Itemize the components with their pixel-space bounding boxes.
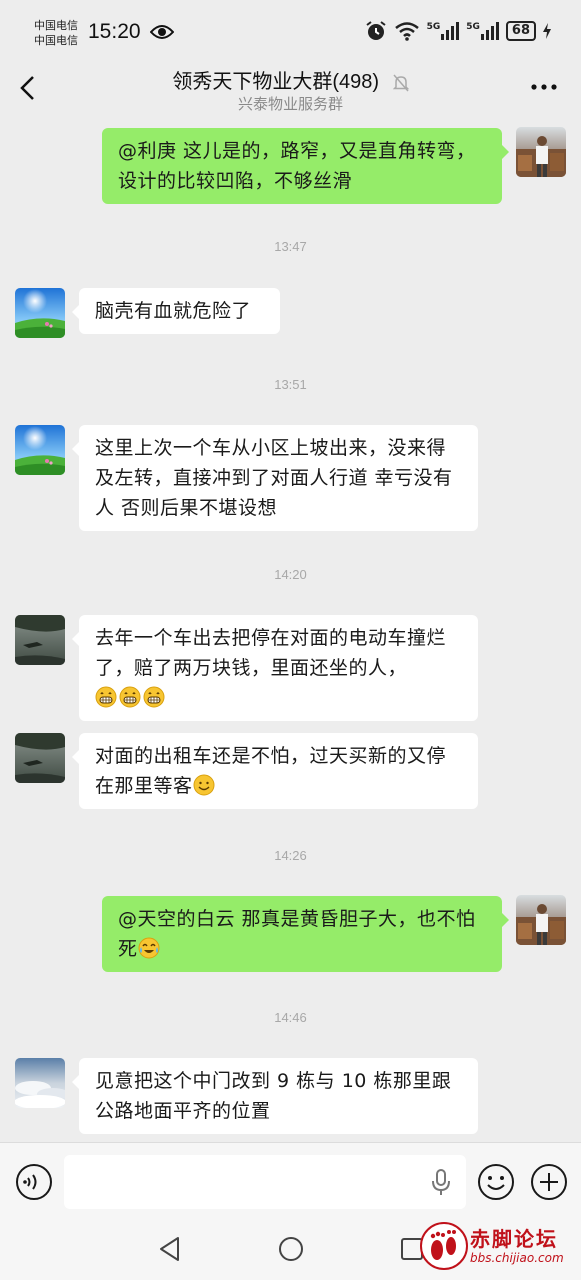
- carrier-1: 中国电信: [34, 19, 78, 32]
- timestamp: 13:47: [274, 239, 307, 254]
- avatar-user-lake[interactable]: [15, 615, 65, 665]
- avatar-user-sky[interactable]: [15, 288, 65, 338]
- avatar-sky-meadow-image: [15, 425, 65, 475]
- forum-watermark: 赤脚论坛 bbs.chijiao.com: [418, 1220, 578, 1274]
- timestamp: 14:46: [274, 1010, 307, 1025]
- charging-icon: [543, 23, 551, 39]
- message-text-input[interactable]: [64, 1155, 466, 1209]
- battery-level: 68: [505, 21, 536, 41]
- microphone-icon[interactable]: [430, 1169, 452, 1197]
- chat-header: 领秀天下物业大群(498) 兴泰物业服务群: [0, 55, 581, 121]
- signal-bars-icon: [480, 22, 499, 40]
- group-name: 领秀天下物业大群(498): [172, 71, 380, 93]
- grin-icon: [95, 686, 117, 708]
- add-attachment-icon[interactable]: [529, 1162, 569, 1202]
- mute-bell-icon: [392, 74, 409, 92]
- avatar-self-image: [516, 127, 566, 177]
- nav-back-icon[interactable]: [158, 1236, 182, 1262]
- signal-1: 5G: [427, 22, 460, 40]
- avatar-user-clouds[interactable]: [15, 1058, 65, 1108]
- eye-icon: [150, 25, 174, 39]
- timestamp: 14:20: [274, 567, 307, 582]
- status-time: 15:20: [88, 20, 141, 43]
- nav-home-icon[interactable]: [278, 1236, 304, 1262]
- avatar-clouds-image: [15, 1058, 65, 1108]
- timestamp: 13:51: [274, 377, 307, 392]
- smile-icon: [193, 774, 215, 796]
- message-input-bar: [0, 1142, 581, 1222]
- watermark-url: bbs.chijiao.com: [470, 1251, 564, 1265]
- timestamp: 14:26: [274, 848, 307, 863]
- avatar-lake-image: [15, 733, 65, 783]
- watermark-title: 赤脚论坛: [470, 1227, 558, 1251]
- grin-icon: [143, 686, 165, 708]
- footprint-logo-icon: [420, 1222, 468, 1270]
- signal-bars-icon: [441, 22, 460, 40]
- avatar-user-sky[interactable]: [15, 425, 65, 475]
- wifi-icon: [394, 22, 419, 41]
- avatar-user-lake[interactable]: [15, 733, 65, 783]
- message-bubble-other[interactable]: 对面的出租车还是不怕，过天买新的又停在那里等客: [72, 733, 478, 809]
- message-bubble-other[interactable]: 去年一个车出去把停在对面的电动车撞烂了，赔了两万块钱，里面还坐的人，: [72, 615, 478, 721]
- avatar-sky-meadow-image: [15, 288, 65, 338]
- message-bubble-self[interactable]: @天空的白云 那真是黄昏胆子大，也不怕死: [102, 896, 509, 972]
- status-bar: 中国电信 中国电信 15:20 5G 5G 68: [0, 0, 581, 62]
- more-options-icon[interactable]: [529, 77, 559, 97]
- message-bubble-self[interactable]: @利庚 这儿是的，路窄，又是直角转弯，设计的比较凹陷，不够丝滑: [102, 128, 509, 204]
- avatar-lake-image: [15, 615, 65, 665]
- emoji-picker-icon[interactable]: [476, 1162, 516, 1202]
- message-bubble-other[interactable]: 脑壳有血就危险了: [72, 288, 280, 334]
- tears-of-joy-icon: [138, 937, 160, 959]
- voice-input-icon[interactable]: [14, 1162, 54, 1202]
- chat-subtitle: 兴泰物业服务群: [237, 95, 343, 113]
- grin-icon: [119, 686, 141, 708]
- emoji-row: [95, 686, 167, 709]
- carrier-labels: 中国电信 中国电信: [34, 18, 78, 48]
- signal-2: 5G: [466, 22, 499, 40]
- message-bubble-other[interactable]: 见意把这个中门改到 9 栋与 10 栋那里跟公路地面平齐的位置: [72, 1058, 478, 1134]
- avatar-self-image: [516, 895, 566, 945]
- avatar-self[interactable]: [516, 895, 566, 945]
- status-indicators: 5G 5G 68: [365, 20, 551, 42]
- carrier-2: 中国电信: [34, 34, 78, 47]
- alarm-icon: [365, 21, 386, 40]
- message-bubble-other[interactable]: 这里上次一个车从小区上坡出来，没来得及左转，直接冲到了对面人行道 幸亏没有人 否…: [72, 425, 478, 531]
- chat-title: 领秀天下物业大群(498): [0, 65, 581, 94]
- avatar-self[interactable]: [516, 127, 566, 177]
